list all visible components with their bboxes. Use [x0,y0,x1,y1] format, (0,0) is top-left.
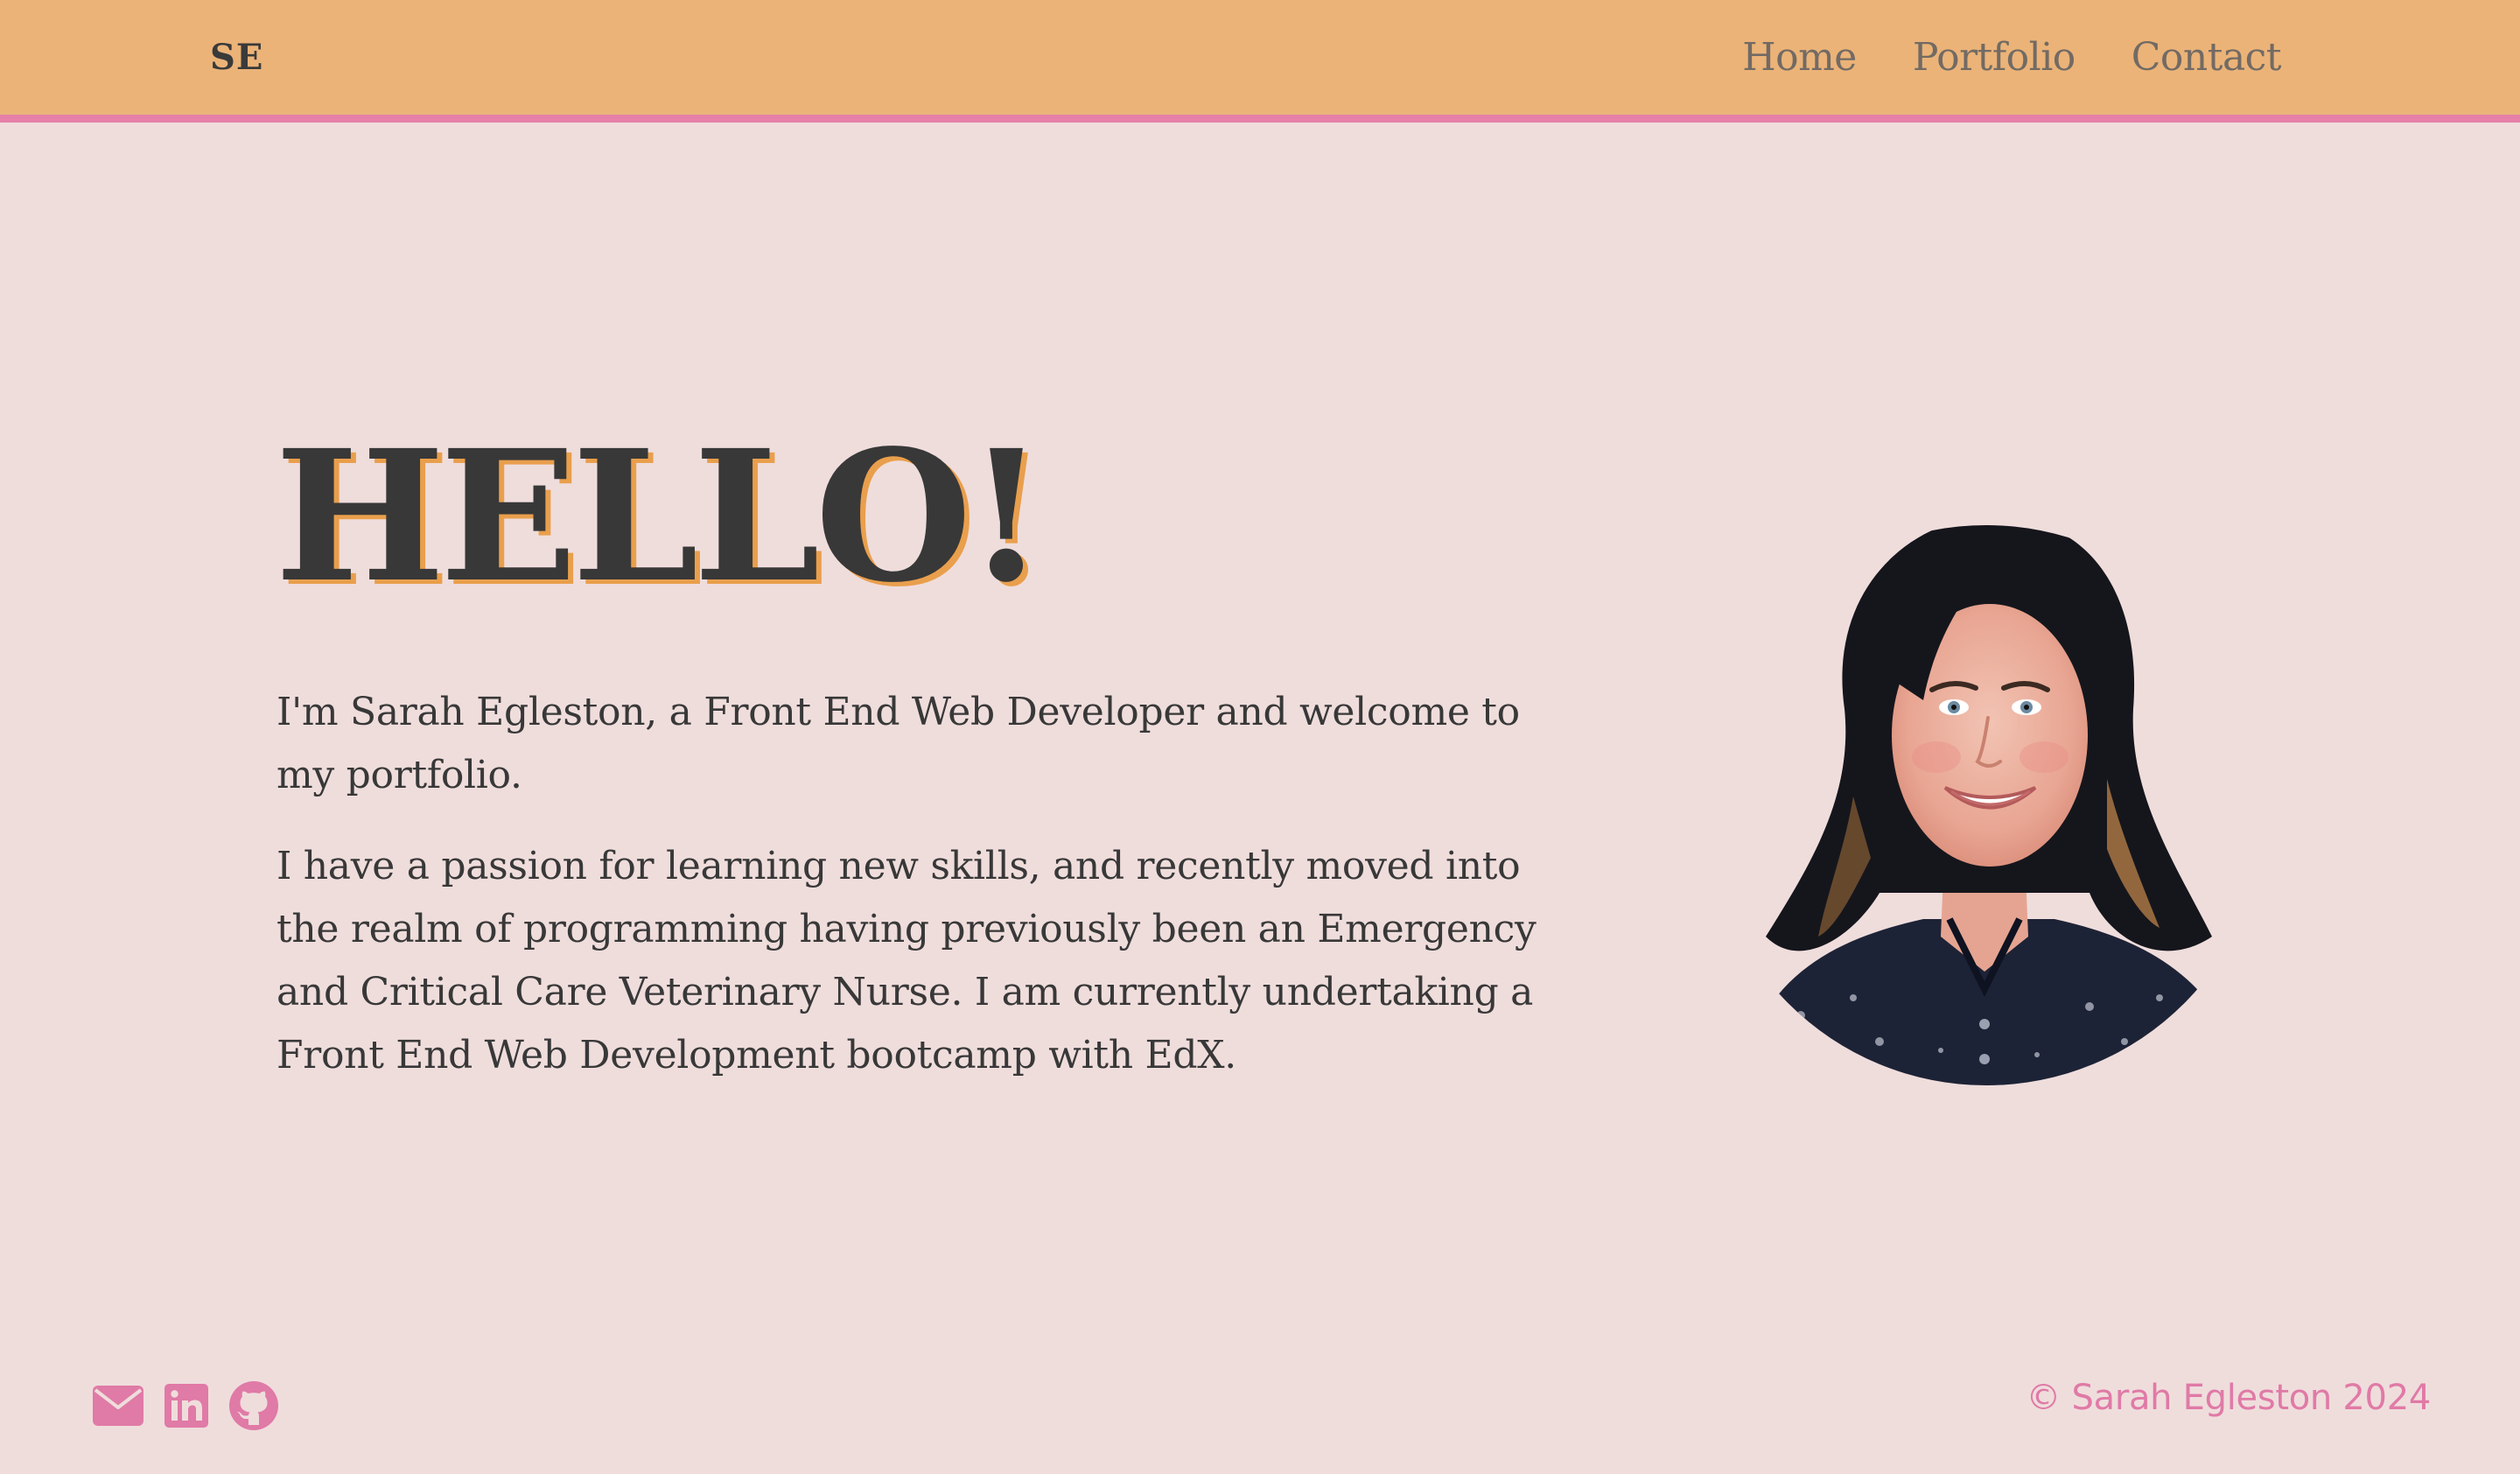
linkedin-icon[interactable] [164,1384,208,1428]
nav-links: Home Portfolio Contact [1742,32,2281,84]
intro-text: I'm Sarah Egleston, a Front End Web Deve… [276,681,1563,1115]
nav-link-home[interactable]: Home [1742,32,1857,84]
nav-link-contact[interactable]: Contact [2132,32,2282,84]
github-icon[interactable] [229,1381,278,1430]
bio-paragraph: I have a passion for learning new skills… [276,844,1536,1077]
nav-link-portfolio[interactable]: Portfolio [1913,32,2076,84]
copyright-text: © Sarah Egleston 2024 [2026,1378,2431,1418]
hero-title: HELLO! [275,411,1046,622]
social-links [93,1381,278,1430]
intro-paragraph: I'm Sarah Egleston, a Front End Web Deve… [276,690,1520,797]
envelope-icon[interactable] [93,1386,144,1426]
brand-logo[interactable]: SE [210,33,263,82]
navbar: SE Home Portfolio Contact [0,0,2520,123]
profile-photo [1722,525,2250,1085]
